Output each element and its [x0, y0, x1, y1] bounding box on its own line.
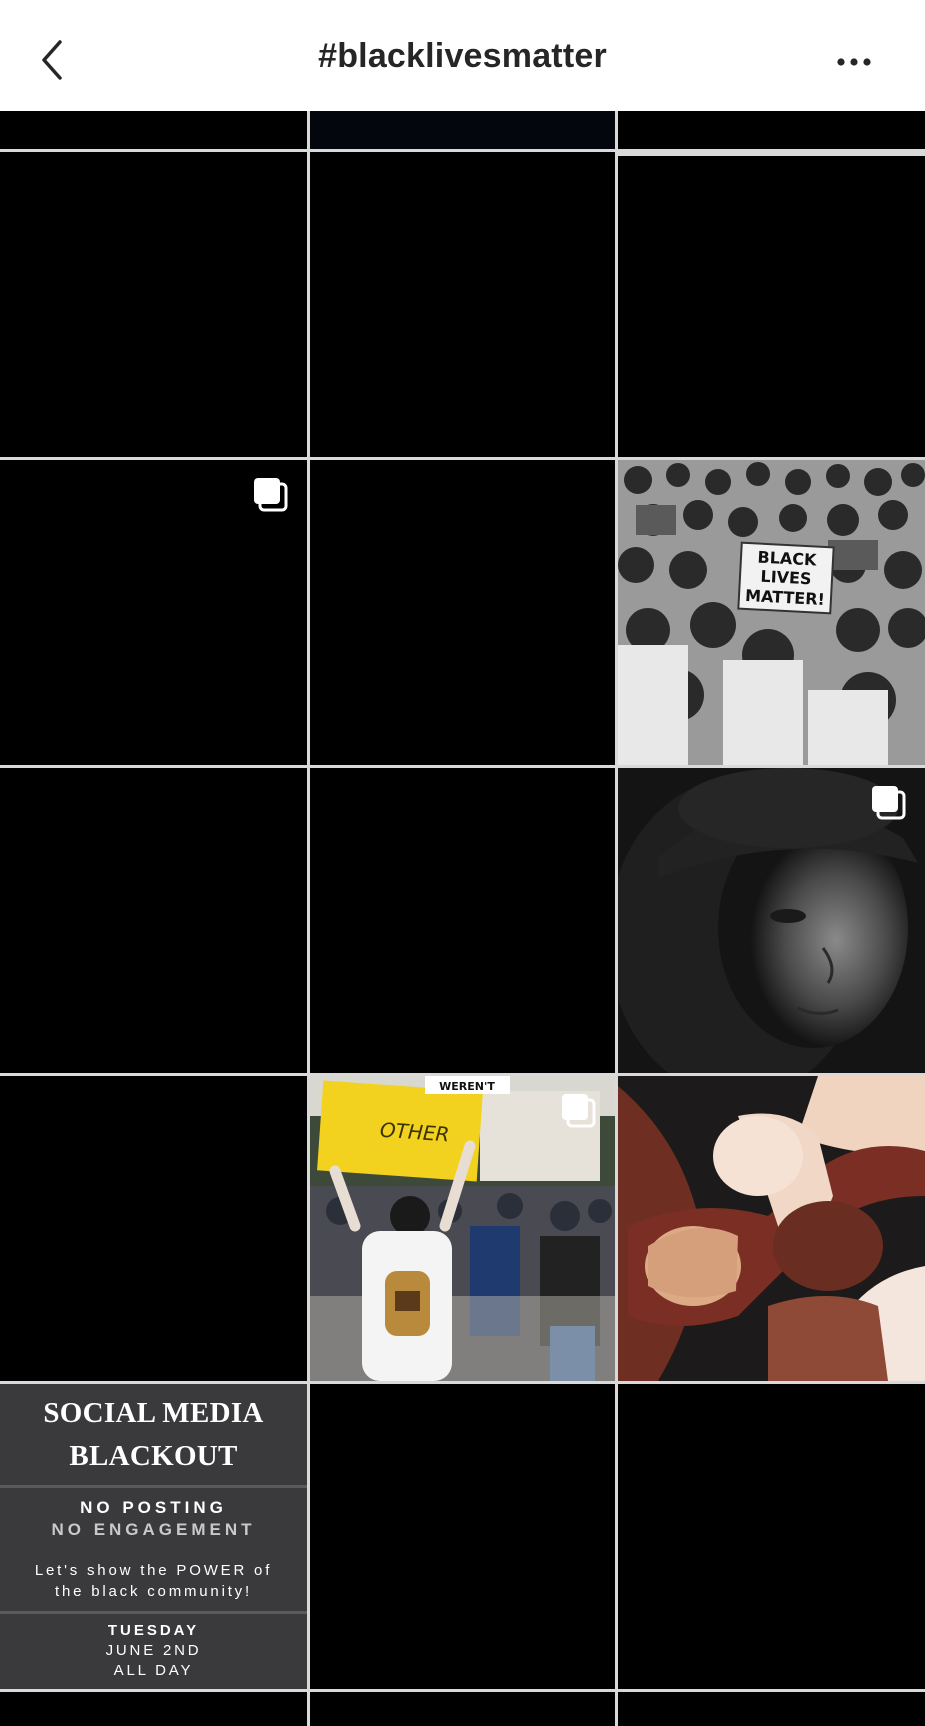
poster-no-posting: NO POSTING	[80, 1498, 227, 1517]
crowd-image: BLACK LIVES MATTER!	[618, 460, 925, 765]
linked-arms-image	[618, 1076, 925, 1381]
crowd-protest-photo[interactable]: BLACK LIVES MATTER!	[618, 460, 925, 765]
carousel-icon	[562, 1094, 596, 1128]
poster-divider	[0, 1485, 307, 1488]
post-thumbnail[interactable]	[618, 1384, 925, 1689]
more-horizontal-icon	[837, 58, 871, 66]
post-thumbnail[interactable]	[310, 768, 615, 1073]
poster-date: JUNE 2ND	[105, 1642, 202, 1659]
post-thumbnail[interactable]	[0, 152, 307, 457]
page-title: #blacklivesmatter	[318, 37, 607, 75]
post-thumbnail[interactable]	[618, 111, 925, 149]
poster-no-engagement: NO ENGAGEMENT	[51, 1520, 256, 1539]
svg-text:LIVES: LIVES	[760, 567, 812, 589]
post-thumbnail[interactable]	[0, 1076, 307, 1381]
post-thumbnail[interactable]	[618, 156, 925, 457]
svg-text:WEREN'T: WEREN'T	[439, 1080, 495, 1093]
post-thumbnail[interactable]	[0, 768, 307, 1073]
portrait-photo[interactable]	[618, 768, 925, 1073]
poster-time: ALL DAY	[113, 1662, 194, 1679]
poster-divider	[0, 1611, 307, 1614]
poster-message-line2: the black community!	[55, 1583, 252, 1600]
poster-title-line1: SOCIAL MEDIA	[43, 1397, 264, 1429]
post-thumbnail[interactable]	[310, 1692, 615, 1726]
carousel-icon	[254, 478, 288, 512]
chevron-left-icon	[42, 40, 62, 80]
poster-title-line2: BLACKOUT	[69, 1440, 238, 1472]
poster-day: TUESDAY	[107, 1622, 200, 1639]
protest-march-photo[interactable]: OTHER WEREN'T	[310, 1076, 615, 1381]
post-thumbnail[interactable]	[618, 1692, 925, 1726]
post-thumbnail[interactable]	[310, 460, 615, 765]
poster-message-line1: Let's show the POWER of	[34, 1562, 273, 1579]
blackout-poster[interactable]: SOCIAL MEDIA BLACKOUT NO POSTING NO ENGA…	[0, 1384, 307, 1689]
post-grid: BLACK LIVES MATTER! OTHER WEREN'T SOCIAL…	[0, 111, 925, 1726]
post-thumbnail[interactable]	[0, 111, 307, 149]
top-bar: #blacklivesmatter	[0, 0, 925, 111]
post-thumbnail[interactable]	[0, 1692, 307, 1726]
svg-text:OTHER: OTHER	[379, 1118, 450, 1147]
more-options-button[interactable]	[835, 48, 875, 76]
post-thumbnail[interactable]	[310, 152, 615, 457]
linked-arms-illustration[interactable]	[618, 1076, 925, 1381]
post-thumbnail[interactable]	[0, 460, 307, 765]
carousel-icon	[872, 786, 906, 820]
post-thumbnail[interactable]	[310, 111, 615, 149]
post-thumbnail[interactable]	[310, 1384, 615, 1689]
back-button[interactable]	[36, 38, 68, 82]
